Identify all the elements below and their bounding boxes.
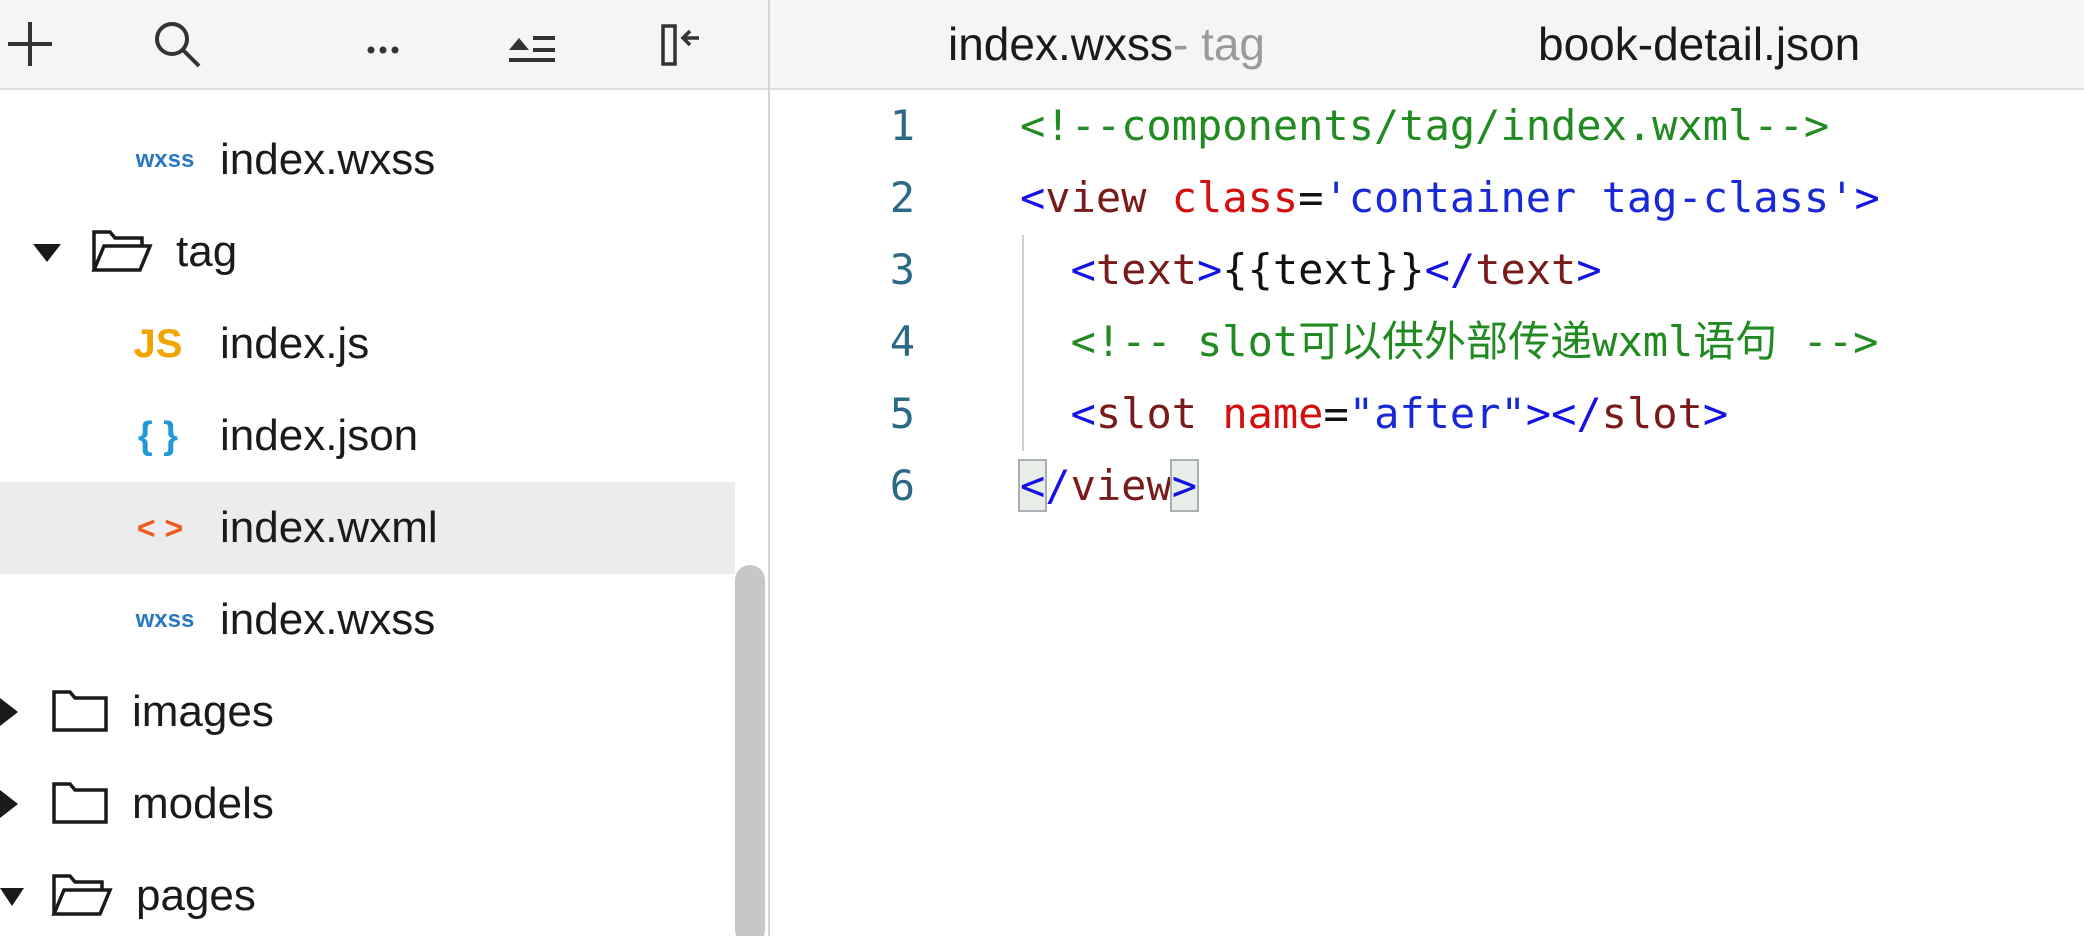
chevron-right-icon[interactable] bbox=[0, 698, 18, 726]
tree-item-file[interactable]: wxss index.wxss bbox=[0, 574, 735, 666]
tab-label: book-detail.json bbox=[1538, 18, 1861, 70]
code-token: ></ bbox=[1525, 389, 1602, 438]
chevron-right-icon[interactable] bbox=[0, 790, 18, 818]
wxml-file-icon: < > bbox=[136, 509, 184, 546]
more-icon[interactable] bbox=[348, 10, 418, 78]
code-token: = bbox=[1298, 173, 1324, 222]
code-token: > bbox=[1702, 389, 1729, 438]
line-number: 2 bbox=[889, 173, 915, 222]
code-text: <text>{{text}}</text> bbox=[1020, 234, 1602, 306]
folder-open-icon bbox=[90, 226, 154, 276]
code-token: "after" bbox=[1348, 389, 1526, 438]
tree-item-folder[interactable]: tag bbox=[0, 206, 735, 298]
code-token: 'container tag-class' bbox=[1323, 173, 1855, 222]
hide-sidebar-icon[interactable] bbox=[648, 10, 718, 78]
code-token: class bbox=[1171, 173, 1299, 222]
add-icon[interactable] bbox=[0, 10, 65, 78]
chevron-down-icon[interactable] bbox=[0, 888, 24, 906]
line-number: 6 bbox=[889, 461, 915, 510]
code-text: <slot name="after"></slot> bbox=[1020, 378, 1729, 450]
code-token: > bbox=[1169, 459, 1200, 512]
code-token: = bbox=[1323, 389, 1349, 438]
tab-book-detail-json[interactable]: book-detail.json bbox=[1538, 0, 1860, 88]
code-token: name bbox=[1222, 389, 1324, 438]
folder-open-icon bbox=[50, 870, 114, 920]
code-editor: index.wxss - tag book-detail.json 1 <!--c… bbox=[770, 0, 2084, 936]
code-line[interactable]: 1 <!--components/tag/index.wxml--> bbox=[770, 90, 2084, 162]
tree-item-file[interactable]: { } index.json bbox=[0, 390, 735, 482]
tree-item-label: tag bbox=[176, 227, 238, 276]
folder-icon bbox=[50, 688, 110, 734]
tree-item-label: index.wxml bbox=[220, 503, 438, 552]
tree-item-file[interactable]: JS index.js bbox=[0, 298, 735, 390]
sidebar-toolbar bbox=[0, 0, 768, 90]
json-file-icon: { } bbox=[137, 414, 179, 457]
code-line[interactable]: 6 </view> bbox=[770, 450, 2084, 522]
tree-item-file[interactable]: wxss index.wxss bbox=[0, 114, 735, 206]
code-token: > bbox=[1197, 245, 1223, 294]
tree-item-label: index.json bbox=[220, 411, 419, 460]
tree-item-label: index.wxss bbox=[220, 595, 436, 644]
code-token: view bbox=[1070, 461, 1172, 510]
line-number: 5 bbox=[889, 389, 915, 438]
code-line[interactable]: 2 <view class='container tag-class'> bbox=[770, 162, 2084, 234]
code-token: < bbox=[1070, 389, 1096, 438]
tab-sublabel: - tag bbox=[1172, 18, 1266, 70]
chevron-down-icon[interactable] bbox=[33, 244, 61, 262]
code-text: <view class='container tag-class'> bbox=[1020, 162, 1880, 234]
code-token: < bbox=[1070, 245, 1096, 294]
folder-icon bbox=[50, 780, 110, 826]
line-number: 4 bbox=[889, 317, 915, 366]
code-token: slot bbox=[1095, 389, 1198, 438]
tree-item-folder[interactable]: images bbox=[0, 666, 735, 758]
code-line[interactable]: 3 <text>{{text}}</text> bbox=[770, 234, 2084, 306]
tree-item-label: index.js bbox=[220, 319, 370, 368]
code-token: > bbox=[1576, 245, 1602, 294]
code-token: <!-- slot可以供外部传递wxml语句 --> bbox=[1070, 317, 1879, 366]
code-text: <!--components/tag/index.wxml--> bbox=[1020, 90, 1829, 162]
tab-label: index.wxss bbox=[948, 18, 1173, 70]
tree-item-folder[interactable]: pages bbox=[0, 850, 735, 936]
tree-item-label: index.wxss bbox=[220, 135, 436, 184]
code-line[interactable]: 5 <slot name="after"></slot> bbox=[770, 378, 2084, 450]
tree-item-label: pages bbox=[136, 871, 256, 920]
editor-tab-bar: index.wxss - tag book-detail.json bbox=[770, 0, 2084, 90]
line-number: 1 bbox=[889, 101, 915, 150]
code-text: <!-- slot可以供外部传递wxml语句 --> bbox=[1020, 306, 1879, 378]
code-text: </view> bbox=[1017, 450, 1200, 522]
file-explorer-sidebar: wxss index.wxss tag JS index.js { } inde… bbox=[0, 0, 770, 936]
line-number: 3 bbox=[889, 245, 915, 294]
tree-item-label: images bbox=[132, 687, 274, 736]
tab-index-wxss[interactable]: index.wxss - tag bbox=[948, 0, 1265, 88]
code-token: view bbox=[1045, 173, 1147, 222]
code-token: < bbox=[1020, 173, 1046, 222]
wxss-file-icon: wxss bbox=[135, 146, 195, 173]
code-token: < bbox=[1017, 459, 1048, 512]
tree-item-file-selected[interactable]: < > index.wxml bbox=[0, 482, 735, 574]
code-token: > bbox=[1854, 173, 1880, 222]
search-icon[interactable] bbox=[142, 10, 212, 78]
tree-item-folder[interactable]: models bbox=[0, 758, 735, 850]
code-token: text bbox=[1475, 245, 1577, 294]
js-file-icon: JS bbox=[133, 321, 183, 366]
code-token: text bbox=[1095, 245, 1198, 294]
wxss-file-icon: wxss bbox=[135, 606, 195, 633]
code-token: <!--components/tag/index.wxml--> bbox=[1020, 101, 1830, 150]
code-token: / bbox=[1045, 461, 1071, 510]
code-token: </ bbox=[1424, 245, 1476, 294]
code-token: {{text}} bbox=[1222, 245, 1425, 294]
code-token: slot bbox=[1601, 389, 1703, 438]
tree-item-label: models bbox=[132, 779, 274, 828]
code-line[interactable]: 4 <!-- slot可以供外部传递wxml语句 --> bbox=[770, 306, 2084, 378]
collapse-all-icon[interactable] bbox=[496, 10, 566, 78]
sidebar-scrollbar[interactable] bbox=[735, 565, 765, 936]
